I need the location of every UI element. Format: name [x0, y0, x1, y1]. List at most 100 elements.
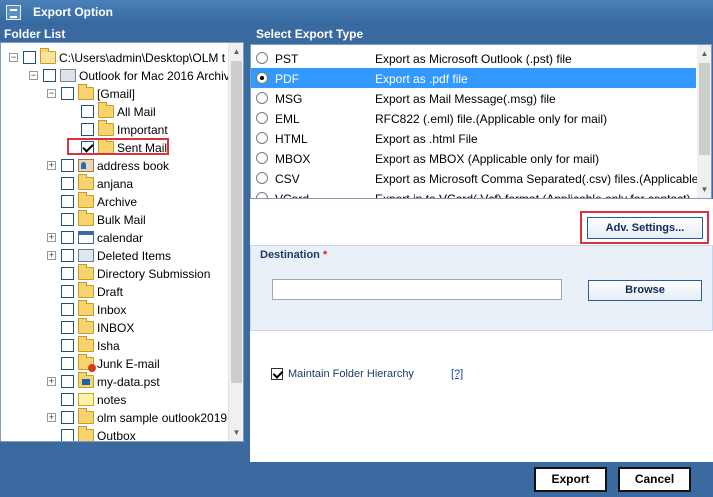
destination-label: Destination *	[260, 249, 328, 261]
export-type-option-csv[interactable]: CSV Export as Microsoft Comma Separated(.…	[251, 168, 711, 188]
window-title: Export Option	[33, 5, 113, 19]
expand-plus-icon[interactable]: +	[47, 377, 56, 386]
tree-item-label: Important	[117, 123, 168, 137]
tree-item-checkbox[interactable]	[81, 105, 94, 118]
scroll-up-arrow-icon[interactable]: ▲	[697, 45, 711, 62]
export-type-description: RFC822 (.eml) file.(Applicable only for …	[375, 112, 608, 126]
tree-item-checkbox[interactable]	[61, 87, 74, 100]
tree-item-checkbox[interactable]	[61, 267, 74, 280]
folder-icon	[78, 192, 94, 208]
maintain-hierarchy-label: Maintain Folder Hierarchy	[288, 368, 414, 380]
tree-item-checkbox[interactable]	[61, 429, 74, 441]
export-type-description: Export as MBOX (Applicable only for mail…	[375, 152, 600, 166]
help-link[interactable]: [?]	[451, 368, 463, 380]
tree-item-checkbox[interactable]	[81, 123, 94, 136]
folder-icon	[78, 318, 94, 334]
title-bar: Export Option	[0, 0, 713, 25]
tree-item-checkbox[interactable]	[61, 159, 74, 172]
tree-item-label: my-data.pst	[97, 375, 160, 389]
tree-item-checkbox[interactable]	[61, 357, 74, 370]
radio-button[interactable]	[256, 192, 268, 198]
tree-item-checkbox[interactable]	[61, 285, 74, 298]
tree-item-checkbox[interactable]	[61, 195, 74, 208]
archive-icon	[60, 69, 76, 82]
destination-path-input[interactable]	[272, 279, 562, 300]
folder-tree-scrollbar[interactable]: ▲ ▼	[228, 43, 243, 441]
expand-plus-icon[interactable]: +	[47, 251, 56, 260]
expand-plus-icon[interactable]: +	[47, 233, 56, 242]
export-type-name: EML	[275, 112, 300, 126]
export-type-option-pdf[interactable]: PDF Export as .pdf file	[251, 68, 696, 88]
export-type-name: MSG	[275, 92, 303, 106]
export-type-option-pst[interactable]: PST Export as Microsoft Outlook (.pst) fi…	[251, 48, 696, 68]
tree-item-checkbox[interactable]	[61, 339, 74, 352]
collapse-minus-icon[interactable]: −	[29, 71, 38, 80]
tree-item-checkbox[interactable]	[61, 177, 74, 190]
scroll-down-arrow-icon[interactable]: ▼	[229, 424, 243, 441]
junk-icon	[78, 354, 96, 372]
adv-settings-button[interactable]: Adv. Settings...	[587, 217, 703, 239]
folder-icon	[78, 84, 94, 100]
tree-item-checkbox[interactable]	[61, 231, 74, 244]
collapse-minus-icon[interactable]: −	[47, 89, 56, 98]
folder-icon	[78, 426, 94, 441]
export-type-option-mbox[interactable]: MBOX Export as MBOX (Applicable only for …	[251, 148, 696, 168]
export-button[interactable]: Export	[534, 467, 607, 492]
radio-button[interactable]	[256, 112, 268, 124]
radio-button[interactable]	[256, 132, 268, 144]
browse-button[interactable]: Browse	[588, 280, 702, 301]
export-type-description: Export as .pdf file	[375, 72, 468, 86]
tree-item-checkbox[interactable]	[61, 375, 74, 388]
tree-item-checkbox[interactable]	[61, 213, 74, 226]
tree-item-label: INBOX	[97, 321, 135, 335]
contacts-icon	[78, 159, 94, 172]
folder-icon	[78, 408, 94, 424]
tree-item-checkbox[interactable]	[23, 51, 36, 64]
expand-plus-icon[interactable]: +	[47, 413, 56, 422]
radio-button[interactable]	[256, 172, 268, 184]
tree-item-label: address book	[97, 159, 170, 173]
tree-item-label: All Mail	[117, 105, 156, 119]
radio-button[interactable]	[256, 52, 268, 64]
export-type-name: PDF	[275, 72, 299, 86]
destination-group: Destination * Browse	[250, 245, 713, 331]
tree-item-checkbox[interactable]	[61, 321, 74, 334]
export-type-option-eml[interactable]: EML RFC822 (.eml) file.(Applicable only f…	[251, 108, 696, 128]
tree-item-label: Archive	[97, 195, 138, 209]
export-type-name: VCard	[275, 192, 310, 199]
export-type-option-msg[interactable]: MSG Export as Mail Message(.msg) file	[251, 88, 696, 108]
tree-item-label: [Gmail]	[97, 87, 136, 101]
checkbox-checked-icon[interactable]	[271, 368, 283, 380]
tree-item-checkbox[interactable]	[61, 411, 74, 424]
export-type-option-html[interactable]: HTML Export as .html File	[251, 128, 696, 148]
tree-item-checkbox[interactable]	[61, 303, 74, 316]
folder-tree[interactable]: − C:\Users\admin\Desktop\OLM t − Outlook fo…	[0, 42, 244, 442]
export-type-name: PST	[275, 52, 299, 66]
collapse-minus-icon[interactable]: −	[9, 53, 18, 62]
tree-item-checkbox[interactable]	[43, 69, 56, 82]
scroll-thumb[interactable]	[699, 63, 710, 155]
scroll-up-arrow-icon[interactable]: ▲	[229, 43, 243, 60]
radio-button[interactable]	[256, 92, 268, 104]
export-type-description: Export as .html File	[375, 132, 478, 146]
notes-icon	[78, 393, 94, 406]
cancel-button[interactable]: Cancel	[618, 467, 691, 492]
scroll-thumb[interactable]	[231, 61, 242, 383]
scroll-down-arrow-icon[interactable]: ▼	[697, 181, 711, 198]
tree-item-checkbox[interactable]	[61, 249, 74, 262]
tree-item-checkbox[interactable]	[61, 393, 74, 406]
export-type-list[interactable]: PST Export as Microsoft Outlook (.pst) fi…	[250, 44, 712, 199]
export-type-name: MBOX	[275, 152, 311, 166]
tree-item-label: Draft	[97, 285, 124, 299]
export-type-option-vcard[interactable]: VCard Export in to VCard(.Vcf) format.(Ap…	[251, 188, 696, 199]
expand-plus-icon[interactable]: +	[47, 161, 56, 170]
tree-item-label: Outbox	[97, 429, 136, 442]
export-type-scrollbar[interactable]: ▲ ▼	[697, 45, 711, 198]
radio-button[interactable]	[256, 152, 268, 164]
tree-item-label: Outlook for Mac 2016 Archiv	[79, 69, 230, 83]
radio-button[interactable]	[256, 72, 268, 84]
folder-icon	[98, 120, 114, 136]
export-type-name: CSV	[275, 172, 300, 186]
sent-mail-highlight-box	[67, 138, 169, 155]
folder-list-header: Folder List	[4, 27, 66, 41]
